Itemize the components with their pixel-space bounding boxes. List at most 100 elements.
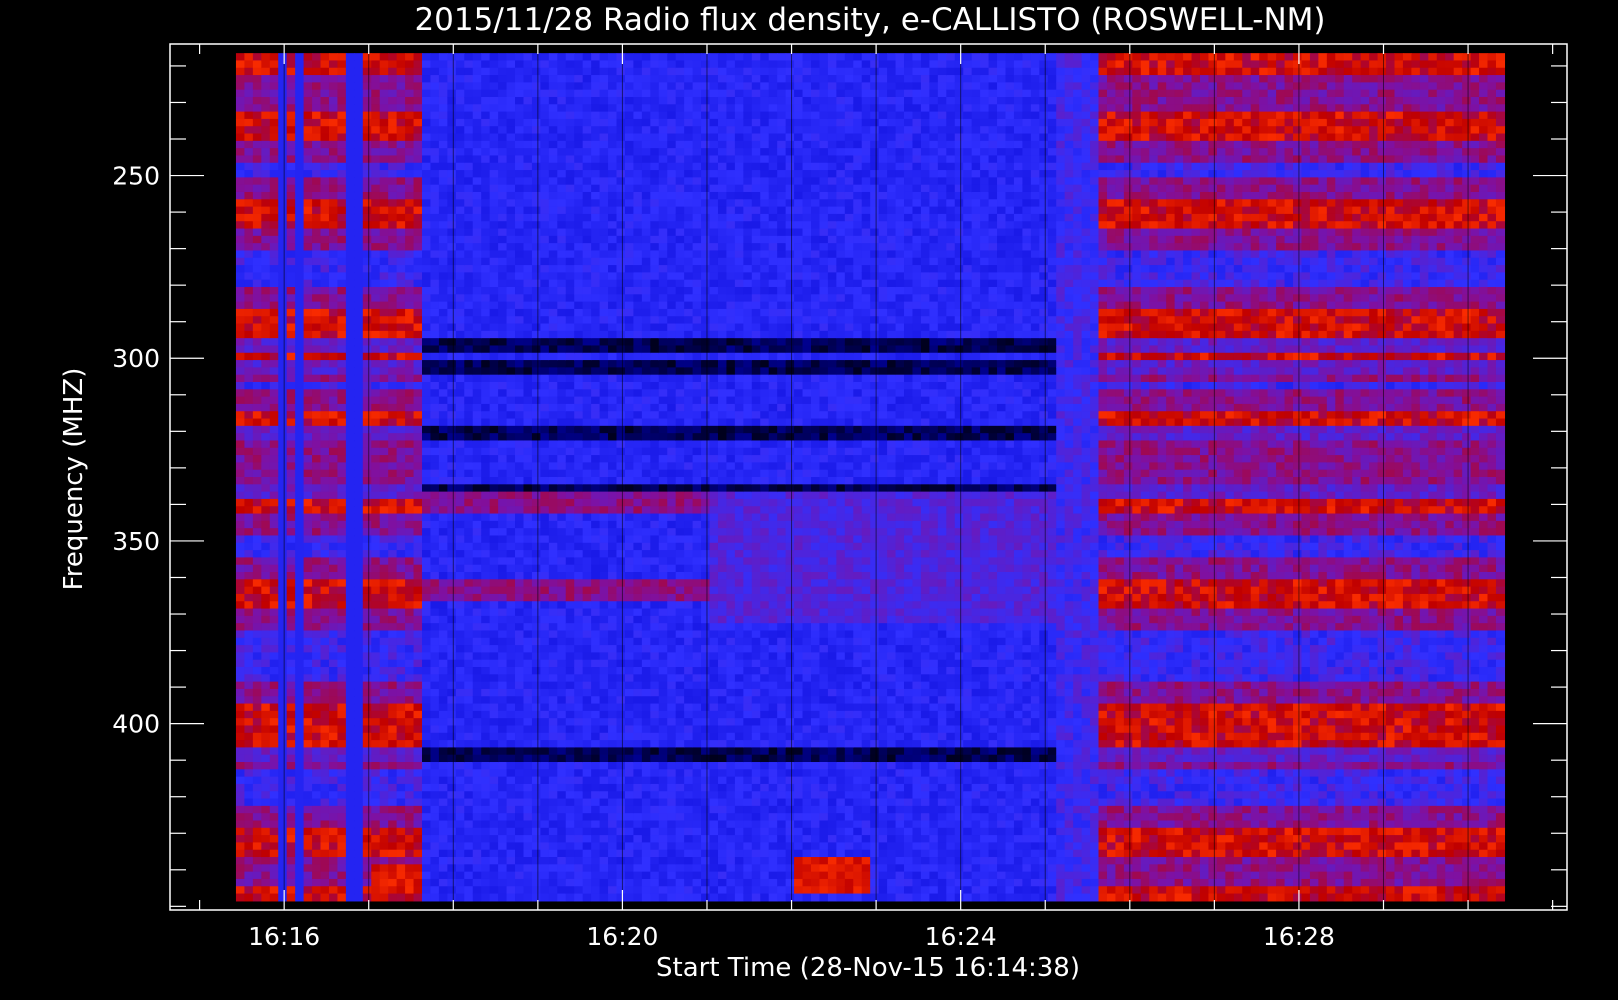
heatmap-cell (557, 352, 567, 361)
heatmap-cell (320, 148, 330, 157)
heatmap-cell (591, 199, 601, 208)
heatmap-cell (531, 360, 541, 368)
heatmap-cell (523, 279, 533, 288)
heatmap-cell (388, 857, 398, 865)
heatmap-cell (464, 418, 474, 427)
heatmap-cell (430, 813, 440, 822)
heatmap-cell (557, 528, 567, 537)
heatmap-cell (312, 389, 322, 398)
heatmap-cell (235, 265, 246, 273)
heatmap-cell (388, 89, 398, 98)
heatmap-cell (464, 513, 474, 522)
heatmap-cell (286, 352, 296, 361)
heatmap-cell (540, 382, 550, 390)
heatmap-cell (574, 301, 584, 310)
heatmap-cell (557, 265, 567, 273)
heatmap-cell (345, 352, 355, 361)
heatmap-cell (235, 535, 246, 544)
heatmap-cell (489, 615, 499, 624)
heatmap-cell (515, 696, 525, 705)
heatmap-cell (252, 104, 262, 113)
heatmap-cell (303, 257, 313, 266)
heatmap-cell (557, 228, 567, 237)
heatmap-cell (354, 104, 364, 113)
heatmap-cell (515, 652, 525, 661)
heatmap-cell (354, 360, 364, 368)
heatmap-cell (405, 630, 415, 639)
heatmap-cell (498, 608, 508, 617)
heatmap-cell (244, 681, 254, 690)
heatmap-cell (261, 403, 271, 412)
heatmap-cell (286, 798, 296, 807)
heatmap-cell (303, 637, 313, 646)
heatmap-cell (489, 148, 499, 157)
heatmap-cell (557, 674, 567, 683)
heatmap-cell (498, 155, 508, 164)
heatmap-cell (405, 104, 415, 113)
heatmap-cell (515, 469, 525, 478)
heatmap-cell (413, 206, 423, 215)
heatmap-cell (278, 615, 288, 624)
heatmap-cell (582, 170, 592, 178)
heatmap-cell (591, 805, 601, 814)
heatmap-cell (354, 396, 364, 405)
heatmap-cell (413, 374, 423, 383)
heatmap-cell (430, 133, 440, 142)
heatmap-cell (371, 886, 381, 895)
heatmap-cell (320, 776, 330, 785)
heatmap-cell (557, 871, 567, 880)
heatmap-cell (574, 469, 584, 478)
heatmap-cell (371, 177, 381, 186)
heatmap-cell (354, 177, 364, 186)
heatmap-cell (523, 732, 533, 741)
heatmap-cell (379, 732, 389, 741)
heatmap-cell (345, 659, 355, 668)
heatmap-cell (557, 601, 567, 610)
heatmap-cell (531, 323, 541, 332)
heatmap-cell (413, 433, 423, 442)
heatmap-cell (430, 506, 440, 515)
heatmap-cell (278, 645, 288, 653)
heatmap-cell (345, 857, 355, 865)
heatmap-cell (565, 623, 575, 632)
heatmap-cell (472, 447, 482, 456)
heatmap-cell (472, 374, 482, 383)
heatmap-cell (405, 352, 415, 361)
heatmap-cell (345, 762, 355, 770)
heatmap-cell (515, 111, 525, 120)
heatmap-cell (582, 798, 592, 807)
heatmap-cell (413, 213, 423, 222)
heatmap-cell (481, 177, 491, 186)
heatmap-cell (574, 776, 584, 785)
heatmap-cell (312, 564, 322, 573)
heatmap-cell (261, 425, 271, 434)
heatmap-cell (422, 579, 432, 588)
heatmap-cell (523, 389, 533, 398)
heatmap-cell (328, 411, 339, 420)
heatmap-cell (422, 82, 432, 91)
heatmap-cell (557, 221, 567, 230)
heatmap-cell (320, 513, 330, 522)
heatmap-cell (405, 338, 415, 347)
heatmap-cell (320, 447, 330, 456)
heatmap-cell (531, 462, 541, 471)
heatmap-cell (582, 118, 592, 127)
heatmap-cell (548, 783, 558, 792)
heatmap-cell (388, 184, 398, 193)
heatmap-cell (278, 871, 288, 880)
heatmap-cell (396, 615, 406, 624)
heatmap-cell (371, 586, 381, 595)
heatmap-cell (371, 513, 381, 522)
heatmap-cell (548, 520, 558, 529)
heatmap-cell (328, 513, 339, 522)
heatmap-cell (548, 257, 558, 266)
heatmap-cell (328, 667, 339, 675)
heatmap-cell (506, 805, 516, 814)
heatmap-cell (303, 645, 313, 653)
heatmap-cell (388, 104, 398, 113)
heatmap-cell (447, 710, 457, 719)
heatmap-cell (540, 542, 550, 551)
heatmap-cell (489, 126, 499, 135)
heatmap-cell (422, 593, 432, 602)
heatmap-cell (506, 462, 516, 471)
